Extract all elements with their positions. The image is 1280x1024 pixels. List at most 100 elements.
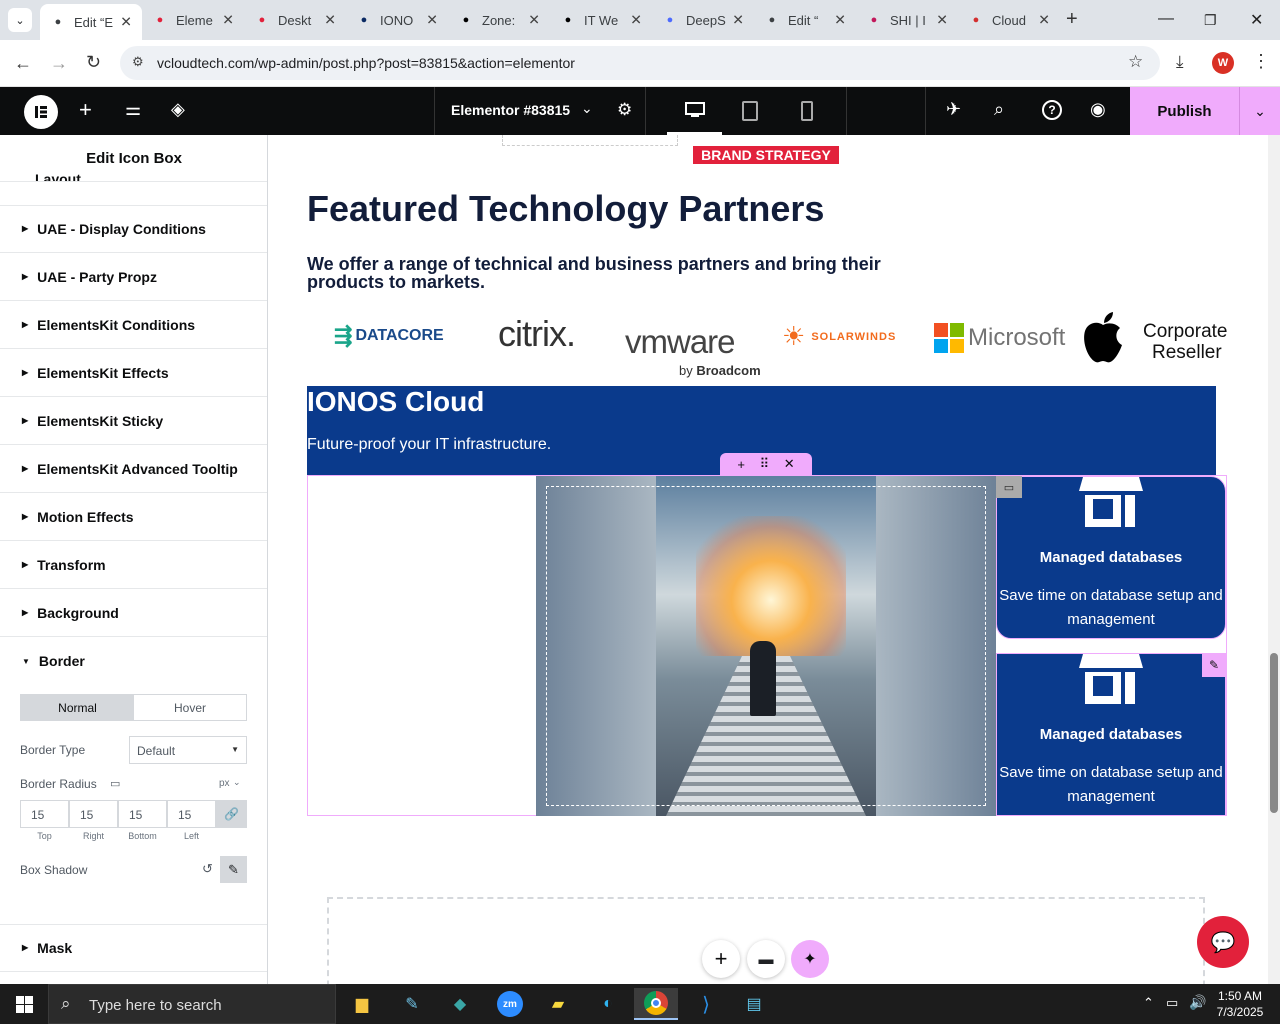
help-icon[interactable]: ? [1042,100,1062,120]
chat-support-icon[interactable]: 💬 [1197,916,1249,968]
responsive-desktop-icon[interactable]: ▭ [110,777,120,790]
new-tab-button[interactable]: + [1066,8,1078,31]
close-tab-icon[interactable]: ✕ [1038,12,1050,29]
browser-tab[interactable]: ● Edit “E ✕ [40,4,142,40]
browser-tab[interactable]: ● IONO ✕ [346,6,448,34]
browser-tab[interactable]: ● Edit “ ✕ [754,6,856,34]
hero-image[interactable] [536,476,996,816]
featured-heading[interactable]: Featured Technology Partners [307,188,824,230]
close-tab-icon[interactable]: ✕ [222,12,234,29]
browser-tab[interactable]: ● SHI | I ✕ [856,6,958,34]
chevron-up-icon[interactable]: ⌃ [1143,995,1154,1011]
publish-options-chevron-icon[interactable]: ⌄ [1239,87,1280,135]
close-tab-icon[interactable]: ✕ [426,12,438,29]
structure-layers-icon[interactable]: ◈ [171,99,185,120]
templates-folder-icon[interactable]: ▬ [747,940,785,978]
restore-button[interactable]: ❐ [1204,12,1217,29]
vscode-icon[interactable]: ⟩ [686,988,726,1020]
column-handle-icon[interactable]: ▭ [996,476,1022,498]
radius-bottom-input[interactable]: 15 [118,800,167,828]
bookmark-star-icon[interactable]: ☆ [1128,52,1143,72]
file-explorer-icon[interactable]: ▆ [342,988,382,1020]
section-item[interactable]: ▶ Motion Effects [0,493,267,541]
finder-search-icon[interactable]: ⌕ [994,99,1004,120]
section-mask[interactable]: ▶ Mask [0,924,267,972]
featured-subheading[interactable]: We offer a range of technical and busine… [307,255,927,291]
tab-normal[interactable]: Normal [21,695,134,720]
publish-button[interactable]: Publish [1130,87,1239,135]
close-tab-icon[interactable]: ✕ [120,14,132,31]
browser-tab[interactable]: ● Cloud ✕ [958,6,1060,34]
edge-icon[interactable]: ◐ [588,988,628,1020]
taskbar-search-box[interactable]: ⌕ Type here to search [48,984,336,1024]
section-item[interactable]: ▶ ElementsKit Effects [0,349,267,397]
page-settings-gear-icon[interactable]: ⚙ [617,100,632,120]
profile-avatar[interactable]: W [1212,52,1234,74]
forward-icon[interactable]: → [50,53,68,74]
mobile-view-icon[interactable] [801,101,813,121]
launch-rocket-icon[interactable]: ✈ [946,99,961,120]
ionos-subtitle[interactable]: Future-proof your IT infrastructure. [307,436,551,454]
preview-eye-icon[interactable]: ◉ [1090,99,1106,120]
edit-widget-pencil-icon[interactable]: ✎ [1202,653,1226,677]
download-icon[interactable]: ⤓ [1176,52,1184,72]
unit-selector[interactable]: px [219,778,230,789]
delete-icon[interactable]: ✕ [784,456,795,472]
close-tab-icon[interactable]: ✕ [324,12,336,29]
add-element-icon[interactable]: + [79,97,92,123]
edit-pencil-icon[interactable]: ✎ [220,856,247,883]
icon-box-card[interactable]: Managed databases Save time on database … [996,476,1226,639]
paint-icon[interactable]: ✎ [392,988,432,1020]
close-tab-icon[interactable]: ✕ [528,12,540,29]
card-text[interactable]: Save time on database setup and manageme… [997,584,1225,632]
windows-start-icon[interactable] [4,988,44,1020]
document-title-area[interactable]: Elementor #83815 ⌄ ⚙ [434,87,646,135]
ionos-title[interactable]: IONOS Cloud [307,386,484,418]
close-tab-icon[interactable]: ✕ [936,12,948,29]
section-border[interactable]: ▼ Border [0,637,267,685]
add-icon[interactable]: + [737,457,745,472]
clock[interactable]: 1:50 AM 7/3/2025 [1216,988,1264,1020]
zoom-icon[interactable]: zm [490,988,530,1020]
scrollbar-thumb[interactable] [1270,653,1278,813]
back-icon[interactable]: ← [14,53,32,74]
tab-search-button[interactable]: ⌄ [8,8,32,32]
browser-tab[interactable]: ● Eleme ✕ [142,6,244,34]
reload-icon[interactable]: ↻ [86,52,101,73]
close-tab-icon[interactable]: ✕ [630,12,642,29]
chrome-icon[interactable] [634,988,678,1020]
section-item[interactable]: ▶ UAE - Display Conditions [0,205,267,253]
document-title[interactable]: Elementor #83815 [451,102,570,118]
volume-icon[interactable]: 🔊 [1189,994,1206,1011]
network-icon[interactable]: ▭ [1166,995,1178,1011]
elementor-logo-icon[interactable] [24,95,58,129]
section-item[interactable]: ▶ ElementsKit Advanced Tooltip [0,445,267,493]
browser-tab[interactable]: ● Deskt ✕ [244,6,346,34]
app-icon[interactable]: ◆ [440,988,480,1020]
omnibox[interactable]: ⚙ vcloudtech.com/wp-admin/post.php?post=… [120,46,1160,80]
border-type-select[interactable]: Default ▼ [129,736,247,764]
add-section-button[interactable]: + [702,940,740,978]
card-text[interactable]: Save time on database setup and manageme… [997,761,1225,809]
tablet-view-icon[interactable] [742,101,758,121]
container-handle[interactable]: + ⠿ ✕ [720,453,812,475]
drag-handle-icon[interactable]: ⠿ [760,456,770,472]
desktop-view-button[interactable] [667,87,722,135]
card-title[interactable]: Managed databases [997,726,1225,743]
section-item[interactable]: ▶ UAE - Party Propz [0,253,267,301]
browser-tab[interactable]: ● IT We ✕ [550,6,652,34]
notepad-icon[interactable]: ▤ [734,988,774,1020]
url-text[interactable]: vcloudtech.com/wp-admin/post.php?post=83… [157,55,575,71]
site-info-icon[interactable]: ⚙ [132,54,144,70]
reset-icon[interactable]: ↺ [202,861,213,877]
section-item[interactable]: ▶ ElementsKit Conditions [0,301,267,349]
minimize-button[interactable]: — [1158,10,1174,28]
section-item[interactable]: ▶ ElementsKit Sticky [0,397,267,445]
card-title[interactable]: Managed databases [997,549,1225,566]
icon-box-card[interactable]: Managed databases Save time on database … [996,653,1226,816]
radius-right-input[interactable]: 15 [69,800,118,828]
section-item[interactable]: ▶ Background [0,589,267,637]
browser-tab[interactable]: ● DeepS ✕ [652,6,754,34]
chevron-down-icon[interactable]: ⌄ [233,777,241,788]
radius-left-input[interactable]: 15 [167,800,216,828]
